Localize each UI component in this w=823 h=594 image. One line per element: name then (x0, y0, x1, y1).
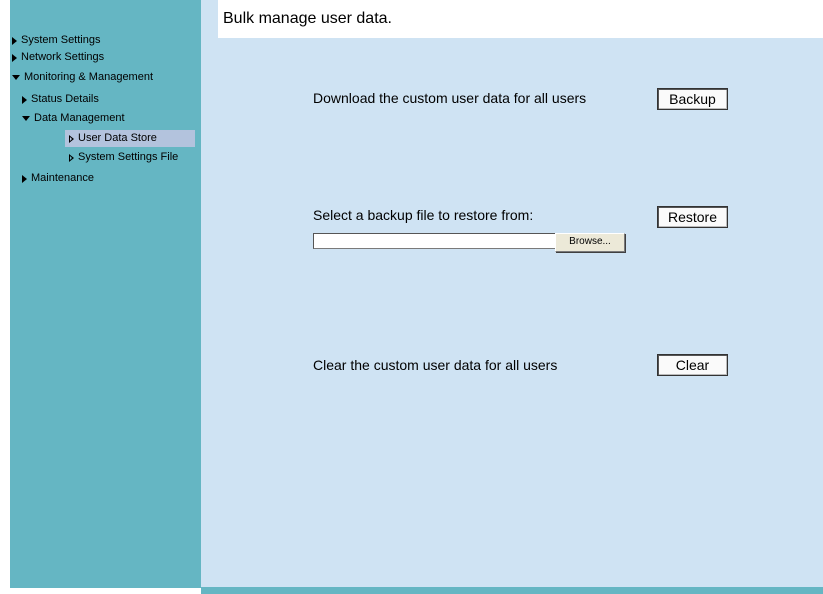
clear-button[interactable]: Clear (657, 354, 728, 376)
sidebar-item-monitoring-management[interactable]: Monitoring & Management (12, 69, 153, 86)
sidebar-item-label: Maintenance (31, 172, 94, 184)
sidebar-item-label: System Settings File (78, 151, 179, 163)
caret-down-icon (12, 75, 20, 80)
sidebar-item-system-settings-file[interactable]: System Settings File (69, 149, 178, 166)
caret-right-icon (12, 53, 17, 62)
sidebar-item-label: Status Details (31, 93, 99, 105)
backup-button[interactable]: Backup (657, 88, 728, 110)
sidebar-item-label: Network Settings (21, 51, 105, 63)
caret-right-icon (12, 36, 17, 45)
page-title: Bulk manage user data. (223, 10, 392, 27)
sidebar-item-maintenance[interactable]: Maintenance (22, 170, 94, 187)
main-panel (201, 0, 823, 587)
sidebar-item-label: User Data Store (78, 132, 157, 144)
clear-description: Clear the custom user data for all users (313, 357, 558, 373)
sidebar-nav: System Settings Network Settings Monitor… (10, 0, 201, 588)
caret-right-icon (22, 174, 27, 183)
caret-down-icon (22, 116, 30, 121)
sidebar-item-status-details[interactable]: Status Details (22, 91, 99, 108)
sidebar-item-data-management[interactable]: Data Management (22, 110, 125, 127)
restore-button[interactable]: Restore (657, 206, 728, 228)
caret-right-icon (22, 95, 27, 104)
restore-description: Select a backup file to restore from: (313, 207, 534, 223)
bottom-border (201, 587, 823, 594)
sidebar-item-label: System Settings (21, 34, 101, 46)
sidebar-item-user-data-store[interactable]: User Data Store (69, 130, 157, 147)
sidebar-item-label: Data Management (34, 112, 125, 124)
caret-right-outline-icon (69, 153, 74, 162)
backup-file-input[interactable] (313, 233, 556, 249)
backup-description: Download the custom user data for all us… (313, 90, 587, 106)
sidebar-item-network-settings[interactable]: Network Settings (12, 49, 104, 66)
browse-button[interactable]: Browse... (555, 233, 625, 252)
sidebar-item-system-settings[interactable]: System Settings (12, 32, 100, 49)
caret-right-outline-icon (69, 134, 74, 143)
sidebar-item-label: Monitoring & Management (24, 71, 154, 83)
